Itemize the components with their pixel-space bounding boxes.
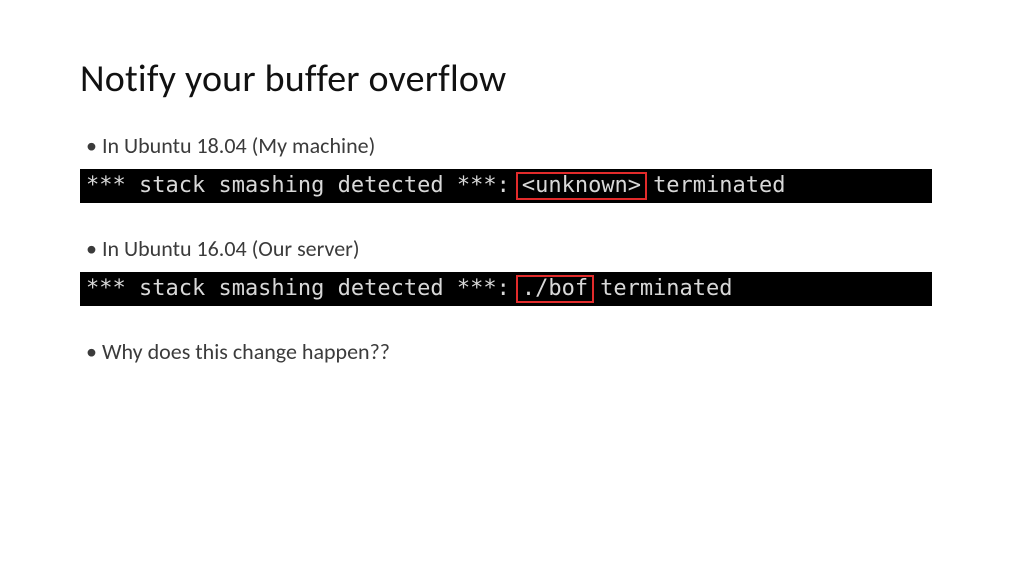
terminal-text-suffix: terminated [598, 276, 734, 302]
bullet-ubuntu-1804: In Ubuntu 18.04 (My machine) [80, 132, 944, 159]
bullet-ubuntu-1604: In Ubuntu 16.04 (Our server) [80, 235, 944, 262]
terminal-text-prefix: *** stack smashing detected ***: [84, 173, 512, 199]
terminal-text-prefix: *** stack smashing detected ***: [84, 276, 512, 302]
terminal-highlight-bof: ./bof [516, 275, 594, 303]
bullet-question: Why does this change happen?? [80, 338, 944, 365]
terminal-output-1604: *** stack smashing detected ***: ./bof t… [80, 272, 932, 306]
slide: Notify your buffer overflow In Ubuntu 18… [0, 0, 1024, 576]
terminal-text-suffix: terminated [651, 173, 787, 199]
terminal-highlight-unknown: <unknown> [516, 172, 647, 200]
terminal-output-1804: *** stack smashing detected ***: <unknow… [80, 169, 932, 203]
slide-title: Notify your buffer overflow [80, 56, 944, 102]
